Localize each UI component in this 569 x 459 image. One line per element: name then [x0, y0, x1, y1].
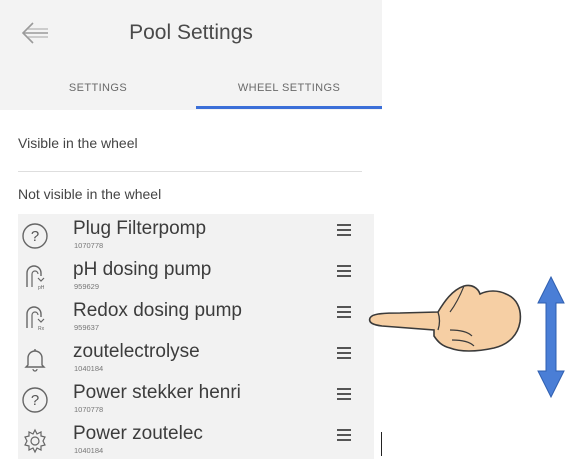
list-item[interactable]: pH pH dosing pump 959629 [18, 255, 374, 296]
device-list: ? Plug Filterpomp 1070778 pH pH dosing p… [18, 214, 374, 459]
svg-text:?: ? [31, 392, 39, 409]
list-item[interactable]: zoutelectrolyse 1040184 [18, 337, 374, 378]
bell-icon [24, 349, 46, 372]
device-id: 1040184 [74, 364, 104, 373]
redox-pump-icon: Rx [26, 306, 45, 332]
device-id: 959637 [74, 323, 100, 332]
pointing-hand-icon [368, 284, 522, 352]
drag-handle-icon[interactable] [337, 306, 351, 320]
svg-text:?: ? [31, 228, 39, 245]
app-bar: Pool Settings [0, 0, 382, 66]
pool-settings-screen: Pool Settings SETTINGS WHEEL SETTINGS Vi… [0, 0, 382, 459]
device-id: 1070778 [74, 241, 104, 250]
ph-pump-icon: pH [26, 265, 45, 291]
question-icon: ? [22, 223, 48, 249]
drag-handle-icon[interactable] [337, 265, 351, 279]
tab-wheel-settings[interactable]: WHEEL SETTINGS [196, 66, 382, 110]
active-tab-indicator [196, 106, 382, 109]
device-id: 959629 [74, 282, 100, 291]
drag-handle-icon[interactable] [337, 347, 351, 361]
drag-handle-icon[interactable] [337, 429, 351, 443]
svg-text:Rx: Rx [38, 326, 45, 332]
device-id: 1040184 [74, 446, 104, 455]
device-name: Power zoutelec [73, 423, 203, 444]
divider [18, 171, 362, 172]
question-icon: ? [22, 387, 48, 413]
vertical-double-arrow-icon [537, 275, 565, 399]
section-visible-in-wheel: Visible in the wheel [18, 135, 138, 151]
list-item[interactable]: Rx Redox dosing pump 959637 [18, 296, 374, 337]
device-name: Plug Filterpomp [73, 218, 207, 239]
device-name: Power stekker henri [73, 382, 241, 403]
section-not-visible-in-wheel: Not visible in the wheel [18, 186, 162, 202]
gear-icon [24, 428, 46, 454]
list-item[interactable]: Power zoutelec 1040184 [18, 419, 374, 459]
tab-settings[interactable]: SETTINGS [0, 66, 196, 110]
device-name: pH dosing pump [73, 259, 212, 280]
list-item[interactable]: ? Plug Filterpomp 1070778 [18, 214, 374, 255]
tab-bar: SETTINGS WHEEL SETTINGS [0, 66, 382, 110]
drag-handle-icon[interactable] [337, 388, 351, 402]
drag-handle-icon[interactable] [337, 224, 351, 238]
svg-text:pH: pH [38, 285, 45, 291]
list-item[interactable]: ? Power stekker henri 1070778 [18, 378, 374, 419]
device-id: 1070778 [74, 405, 104, 414]
device-name: Redox dosing pump [73, 300, 242, 321]
text-cursor [381, 432, 382, 456]
page-title: Pool Settings [129, 21, 253, 44]
device-name: zoutelectrolyse [73, 341, 200, 362]
